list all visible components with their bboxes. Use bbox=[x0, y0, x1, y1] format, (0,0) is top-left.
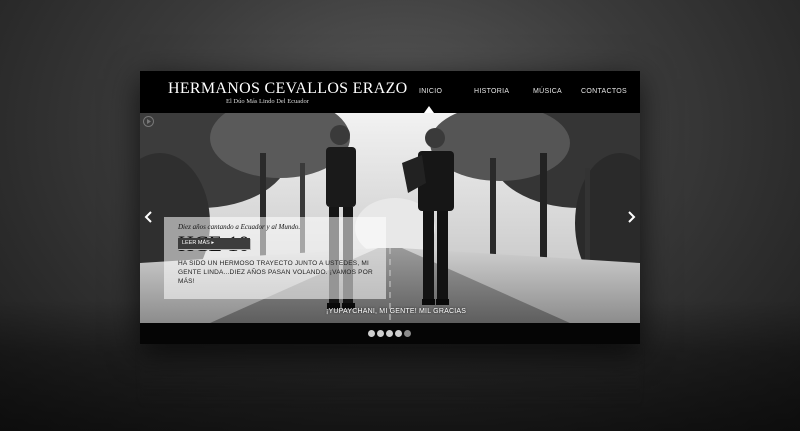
site-subtitle: El Dúo Más Lindo Del Ecuador bbox=[226, 98, 309, 105]
slider-dot-1[interactable] bbox=[368, 330, 375, 337]
play-icon[interactable] bbox=[143, 116, 154, 127]
slide-strapline: ¡YUPAYCHANI, MI GENTE! MIL GRACIAS bbox=[326, 308, 467, 315]
site-header: HERMANOS CEVALLOS ERAZO El Dúo Más Lindo… bbox=[140, 71, 640, 113]
slide-caption: Diez años cantando a Ecuador y al Mundo.… bbox=[164, 217, 386, 299]
slider-dot-2[interactable] bbox=[377, 330, 384, 337]
slider-dot-4[interactable] bbox=[395, 330, 402, 337]
caret-up-icon bbox=[424, 106, 434, 113]
chevron-right-icon[interactable] bbox=[626, 211, 636, 223]
site-title[interactable]: HERMANOS CEVALLOS ERAZO bbox=[168, 80, 408, 98]
slide-kicker: Diez años cantando a Ecuador y al Mundo. bbox=[178, 223, 301, 231]
slider-dot-5[interactable] bbox=[404, 330, 411, 337]
nav-item-musica[interactable]: MÚSICA bbox=[533, 88, 562, 95]
read-more-button[interactable]: LEER MÁS ▸ bbox=[178, 238, 250, 249]
nav-item-historia[interactable]: HISTORIA bbox=[474, 88, 509, 95]
nav-item-inicio[interactable]: INICIO bbox=[419, 88, 442, 95]
hero-slider: Diez años cantando a Ecuador y al Mundo.… bbox=[140, 113, 640, 323]
nav-item-contactos[interactable]: CONTACTOS bbox=[581, 88, 627, 95]
slider-dot-3[interactable] bbox=[386, 330, 393, 337]
slide-body: HA SIDO UN HERMOSO TRAYECTO JUNTO A USTE… bbox=[178, 260, 373, 285]
chevron-left-icon[interactable] bbox=[144, 211, 154, 223]
website-mockup: HERMANOS CEVALLOS ERAZO El Dúo Más Lindo… bbox=[140, 71, 640, 344]
website-reflection bbox=[140, 346, 640, 406]
